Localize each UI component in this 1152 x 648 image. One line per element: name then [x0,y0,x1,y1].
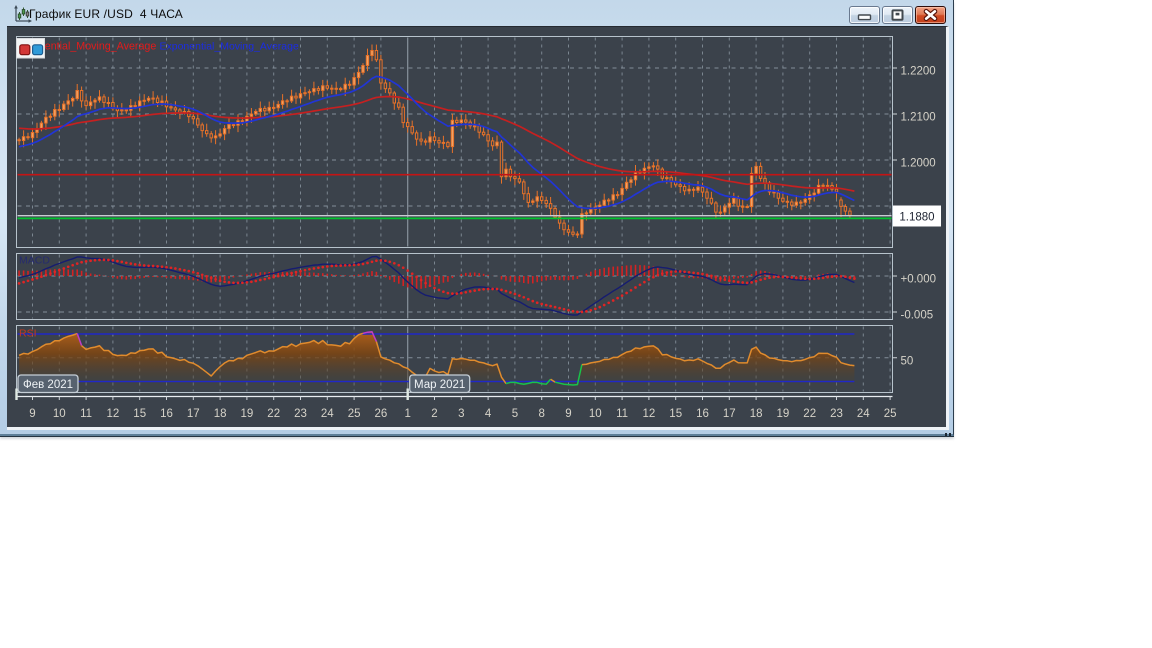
svg-text:9: 9 [29,408,35,420]
svg-text:MACD: MACD [19,255,50,267]
svg-text:4: 4 [485,408,492,420]
svg-text:26: 26 [375,408,388,420]
svg-text:17: 17 [187,408,200,420]
svg-text:12: 12 [643,408,656,420]
svg-text:-0.005: -0.005 [901,310,934,322]
svg-text:18: 18 [214,408,227,420]
svg-text:25: 25 [348,408,361,420]
svg-text:16: 16 [696,408,709,420]
svg-text:17: 17 [723,408,736,420]
svg-text:22: 22 [267,408,280,420]
svg-text:10: 10 [589,408,602,420]
svg-text:23: 23 [830,408,843,420]
svg-text:15: 15 [133,408,146,420]
svg-text:19: 19 [241,408,254,420]
svg-text:5: 5 [512,408,518,420]
svg-text:19: 19 [777,408,790,420]
svg-text:25: 25 [884,408,897,420]
svg-text:12: 12 [107,408,120,420]
svg-text:+0.000: +0.000 [901,274,937,286]
svg-text:Мар 2021: Мар 2021 [414,379,465,391]
svg-text:50: 50 [901,355,914,367]
svg-text:11: 11 [80,408,92,420]
svg-text:1.2200: 1.2200 [901,66,936,78]
svg-text:1: 1 [404,408,410,420]
svg-text:Exponential_Moving_Average: Exponential_Moving_Average [160,41,299,53]
svg-text:1.2000: 1.2000 [901,158,936,170]
svg-text:16: 16 [160,408,173,420]
svg-text:3: 3 [458,408,464,420]
svg-text:15: 15 [669,408,682,420]
svg-text:Фев 2021: Фев 2021 [23,379,73,391]
svg-text:18: 18 [750,408,763,420]
svg-text:10: 10 [53,408,66,420]
svg-text:1.1880: 1.1880 [899,212,934,224]
svg-text:RSI: RSI [19,328,37,340]
svg-text:24: 24 [857,408,870,420]
svg-text:24: 24 [321,408,334,420]
svg-text:11: 11 [616,408,628,420]
svg-text:22: 22 [803,408,816,420]
svg-text:9: 9 [565,408,571,420]
svg-text:ential_Moving_Average: ential_Moving_Average [45,41,157,53]
svg-text:23: 23 [294,408,307,420]
svg-text:1.2100: 1.2100 [901,112,936,124]
svg-text:2: 2 [431,408,437,420]
svg-text:8: 8 [538,408,544,420]
